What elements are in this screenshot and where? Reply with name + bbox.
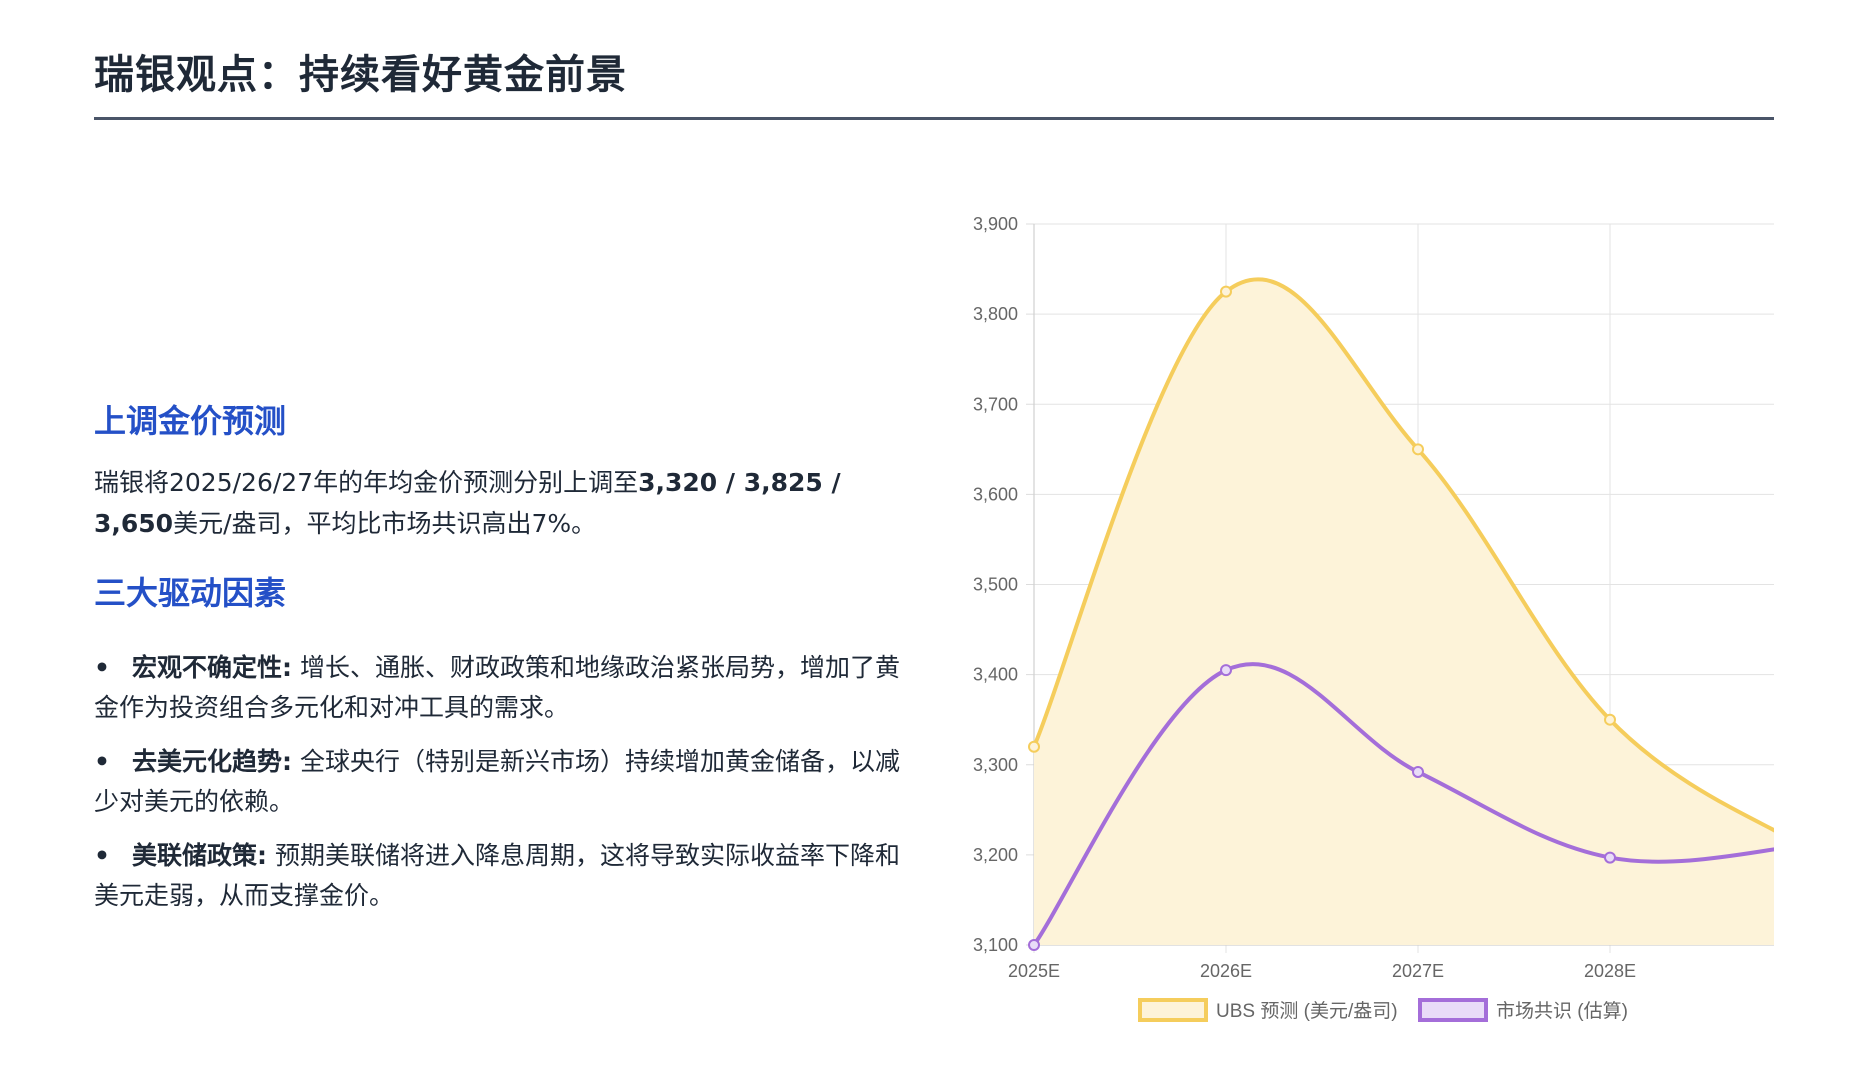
y-tick-label: 3,400 xyxy=(973,665,1018,685)
x-axis: 2025E 2026E 2027E 2028E 2029E xyxy=(1008,961,1780,981)
data-point xyxy=(1412,443,1424,456)
legend-swatch xyxy=(1418,998,1488,1022)
driver-item-macro: • 宏观不确定性: 增长、通胀、财政政策和地缘政治紧张局势，增加了黄金作为投资组合… xyxy=(94,648,904,728)
data-point xyxy=(1028,740,1040,753)
y-tick-label: 3,700 xyxy=(973,394,1018,414)
driver-title: 去美元化趋势: xyxy=(132,747,292,776)
y-tick-label: 3,600 xyxy=(973,484,1018,504)
data-point xyxy=(1604,713,1616,726)
legend-label: 市场共识 (估算) xyxy=(1496,1000,1628,1022)
legend-item-0[interactable]: UBS 预测 (美元/盎司) xyxy=(1138,998,1398,1022)
text-panel: 上调金价预测 瑞银将2025/26/27年的年均金价预测分别上调至3,320 /… xyxy=(94,396,904,930)
x-tick-label: 2025E xyxy=(1008,961,1060,981)
legend-swatch xyxy=(1138,998,1208,1022)
forecast-text-suffix: 美元/盎司，平均比市场共识高出7%。 xyxy=(173,509,597,538)
driver-item-fed-policy: • 美联储政策: 预期美联储将进入降息周期，这将导致实际收益率下降和美元走弱，从而… xyxy=(94,836,904,916)
x-tick-label: 2027E xyxy=(1392,961,1444,981)
driver-title: 宏观不确定性: xyxy=(132,653,292,682)
driver-title: 美联储政策: xyxy=(132,841,267,870)
data-point xyxy=(1220,664,1232,677)
page-title: 瑞银观点：持续看好黄金前景 xyxy=(94,52,627,98)
y-axis: 3,100 3,200 3,300 3,400 3,500 3,600 3,700 3,800… xyxy=(973,214,1018,955)
chart-legend[interactable]: UBS 预测 (美元/盎司) 市场共识 (估算) xyxy=(1138,998,1628,1022)
legend-label: UBS 预测 (美元/盎司) xyxy=(1216,1000,1398,1022)
x-tick-label: 2026E xyxy=(1200,961,1252,981)
y-tick-label: 3,200 xyxy=(973,845,1018,865)
series-area-0 xyxy=(1034,279,1774,945)
title-divider xyxy=(94,117,1774,120)
forecast-heading: 上调金价预测 xyxy=(94,402,287,440)
drivers-list: • 宏观不确定性: 增长、通胀、财政政策和地缘政治紧张局势，增加了黄金作为投资组合… xyxy=(94,648,904,916)
driver-item-dedollarization: • 去美元化趋势: 全球央行（特别是新兴市场）持续增加黄金储备，以减少对美元的依赖… xyxy=(94,742,904,822)
x-tick-label: 2028E xyxy=(1584,961,1636,981)
forecast-text-prefix: 瑞银将2025/26/27年的年均金价预测分别上调至 xyxy=(94,468,639,497)
y-tick-label: 3,800 xyxy=(973,304,1018,324)
forecast-paragraph: 瑞银将2025/26/27年的年均金价预测分别上调至3,320 / 3,825 … xyxy=(94,462,904,544)
plot-area xyxy=(1028,277,1774,951)
y-tick-label: 3,900 xyxy=(973,214,1018,234)
legend-item-1[interactable]: 市场共识 (估算) xyxy=(1418,998,1628,1022)
y-tick-label: 3,100 xyxy=(973,935,1018,955)
data-point xyxy=(1028,939,1040,951)
bullet-icon: • xyxy=(94,747,110,776)
data-point xyxy=(1220,285,1232,298)
x-tick-label: 2029E xyxy=(1776,961,1780,981)
y-tick-label: 3,500 xyxy=(973,575,1018,595)
y-tick-label: 3,300 xyxy=(973,755,1018,775)
data-point xyxy=(1604,851,1616,864)
bullet-icon: • xyxy=(94,653,110,682)
gold-forecast-chart: 3,100 3,200 3,300 3,400 3,500 3,600 3,700 3,800… xyxy=(973,214,1780,1022)
data-point xyxy=(1412,765,1424,778)
bullet-icon: • xyxy=(94,841,110,870)
drivers-heading: 三大驱动因素 xyxy=(94,574,287,612)
